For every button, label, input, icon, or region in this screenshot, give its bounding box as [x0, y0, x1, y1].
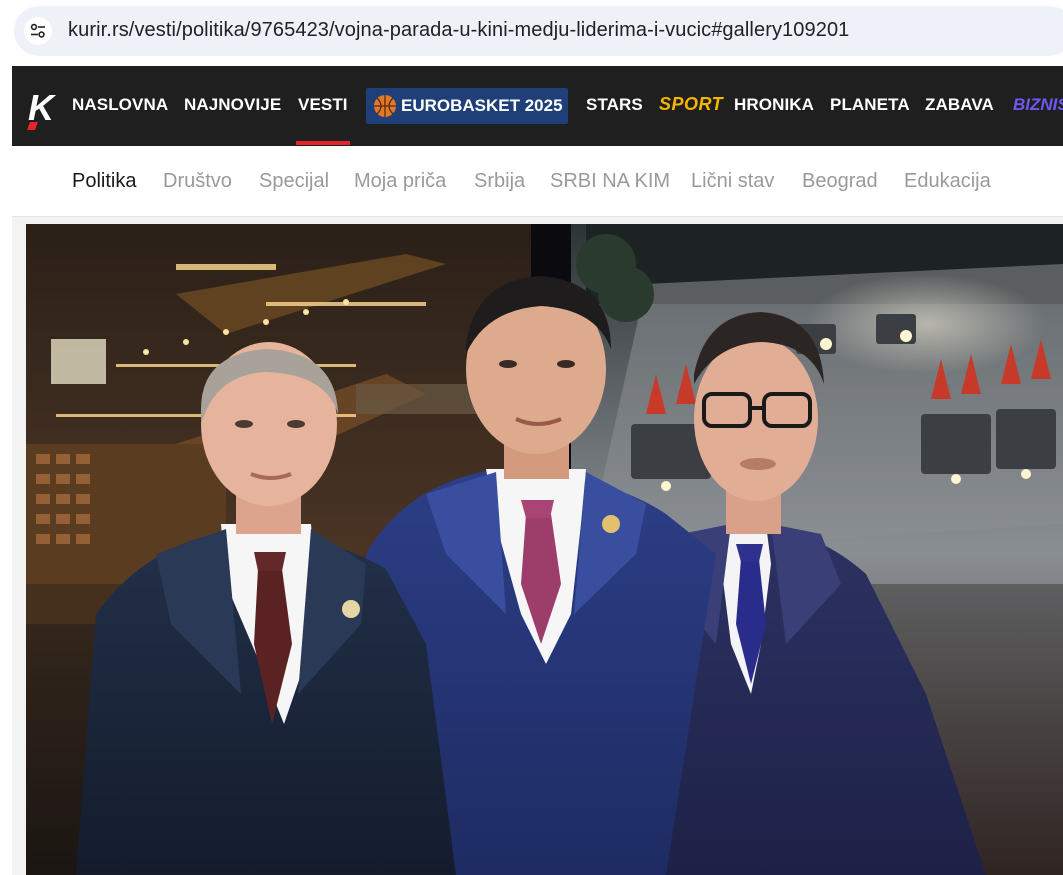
url-text[interactable]: kurir.rs/vesti/politika/9765423/vojna-pa… [68, 19, 849, 42]
browser-toolbar: kurir.rs/vesti/politika/9765423/vojna-pa… [0, 0, 1063, 64]
nav-stars[interactable]: STARS [586, 95, 643, 115]
article-hero-image[interactable] [26, 224, 1063, 875]
subnav-moja-prica[interactable]: Moja priča [354, 170, 446, 193]
subnav-specijal[interactable]: Specijal [259, 170, 329, 193]
nav-najnovije[interactable]: NAJNOVIJE [184, 95, 281, 115]
subnav-drustvo[interactable]: Društvo [163, 170, 232, 193]
subnav-srbija[interactable]: Srbija [474, 170, 525, 193]
subnav-politika[interactable]: Politika [72, 170, 136, 193]
nav-eurobasket[interactable]: EUROBASKET 2025 [366, 88, 568, 124]
tune-icon[interactable] [24, 17, 52, 45]
basketball-icon [374, 95, 396, 117]
nav-sport[interactable]: SPORT [659, 94, 723, 115]
nav-planeta[interactable]: PLANETA [830, 95, 910, 115]
eurobasket-label: EUROBASKET 2025 [401, 96, 563, 115]
kurir-logo[interactable]: K [26, 88, 56, 130]
main-navigation: K NASLOVNA NAJNOVIJE VESTI EUROBASKET 20… [12, 66, 1063, 146]
hero-illustration [26, 224, 1063, 875]
site-content: K NASLOVNA NAJNOVIJE VESTI EUROBASKET 20… [12, 66, 1063, 875]
nav-biznis[interactable]: BIZNIS [1013, 95, 1063, 115]
subnav-edukacija[interactable]: Edukacija [904, 170, 991, 193]
section-subnav: Politika Društvo Specijal Moja priča Srb… [12, 146, 1063, 217]
subnav-licni-stav[interactable]: Lični stav [691, 170, 774, 193]
nav-zabava[interactable]: ZABAVA [925, 95, 994, 115]
subnav-beograd[interactable]: Beograd [802, 170, 878, 193]
subnav-srbi-na-kim[interactable]: SRBI NA KIM [550, 170, 670, 193]
nav-vesti[interactable]: VESTI [296, 95, 350, 145]
nav-naslovna[interactable]: NASLOVNA [72, 95, 168, 115]
nav-hronika[interactable]: HRONIKA [734, 95, 814, 115]
